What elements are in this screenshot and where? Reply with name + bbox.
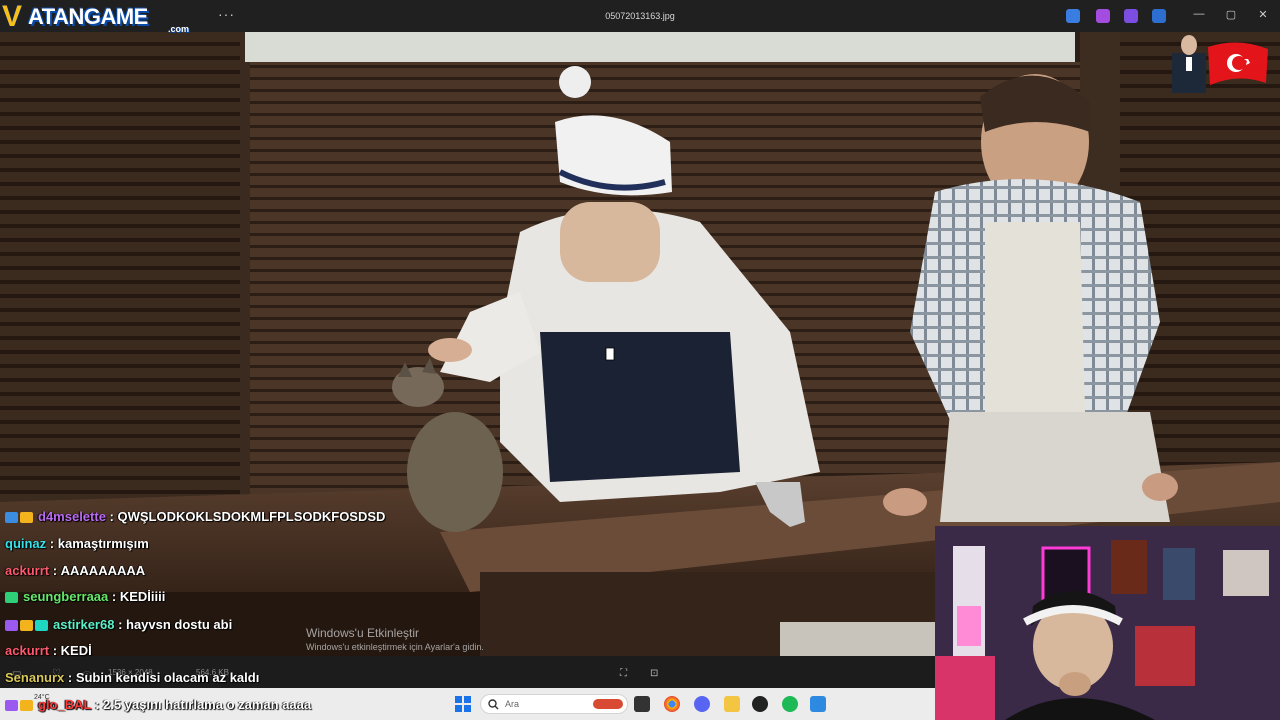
discord-icon[interactable] <box>694 696 710 712</box>
badge-icon <box>5 700 18 712</box>
maximize-button[interactable]: ▢ <box>1224 8 1238 21</box>
chat-message-text: Subin kendisi olacam az kaldı <box>75 670 260 686</box>
chat-message: astirker68 : hayvsn dostu abi <box>5 616 232 638</box>
chat-message: glo_BAL : 2.5 yaşını hatırlama o zaman a… <box>5 696 311 718</box>
chat-separator: : <box>49 563 61 579</box>
chat-username[interactable]: quinaz <box>5 536 46 551</box>
obs-icon[interactable] <box>752 696 768 712</box>
webcam-feed <box>935 526 1280 720</box>
badge-icon <box>5 592 18 604</box>
chat-message-text: KEDİiiii <box>119 589 166 605</box>
task-view-icon[interactable] <box>634 696 650 712</box>
windows-activation-watermark: Windows'u Etkinleştir Windows'u etkinleş… <box>306 626 484 652</box>
chat-badges <box>5 589 20 604</box>
activation-heading: Windows'u Etkinleştir <box>306 626 419 640</box>
search-icon <box>488 699 499 710</box>
edit-icon[interactable] <box>1066 9 1080 23</box>
chrome-icon[interactable] <box>664 696 680 712</box>
chat-username[interactable]: glo_BAL <box>38 697 91 712</box>
logo-word: ATANGAME <box>28 4 148 29</box>
chat-message-text: QWŞLODKOKLSDOKMLFPLSODKFOSDSD <box>117 509 386 525</box>
chat-separator: : <box>49 643 61 659</box>
chat-username[interactable]: ackurrt <box>5 563 49 578</box>
logo-domain: .com <box>168 24 190 34</box>
onedrive-icon[interactable] <box>1152 9 1166 23</box>
minimize-button[interactable]: — <box>1192 8 1206 20</box>
chat-username[interactable]: ackurrt <box>5 643 49 658</box>
search-highlight-icon <box>593 699 623 709</box>
flag-emblem <box>1162 33 1270 93</box>
chat-separator: : <box>105 509 118 525</box>
designer-icon[interactable] <box>1124 9 1138 23</box>
chat-message-text: AAAAAAAAA <box>60 563 146 579</box>
chat-username[interactable]: Senanurx <box>5 670 64 685</box>
activation-subtext: Windows'u etkinleştirmek için Ayarlar'a … <box>306 642 484 652</box>
chat-badges <box>5 617 50 632</box>
chat-message: ackurrt : KEDİ <box>5 642 92 664</box>
logo-v: V <box>2 0 23 33</box>
chat-message: d4mselette : QWŞLODKOKLSDOKMLFPLSODKFOSD… <box>5 508 385 530</box>
clipchamp-icon[interactable] <box>1096 9 1110 23</box>
chat-message-text: 2.5 yaşını hatırlama o zaman aaaa <box>103 697 312 713</box>
chat-username[interactable]: seungberraaa <box>23 589 108 604</box>
vatangame-logo: V ATANGAME .com <box>2 0 198 34</box>
chat-badges <box>5 509 35 524</box>
badge-icon <box>20 700 33 712</box>
fit-icon[interactable]: ⛶ <box>620 668 627 679</box>
chat-message: Senanurx : Subin kendisi olacam az kaldı <box>5 669 259 691</box>
chat-message: ackurrt : AAAAAAAAA <box>5 562 145 584</box>
turkish-flag-icon <box>1172 35 1268 93</box>
stream-screen: ··· 05072013163.jpg — ▢ ✕ V ATANGAME .co… <box>0 0 1280 720</box>
taskbar-search-box[interactable]: Ara <box>480 694 628 714</box>
photos-icon[interactable] <box>810 696 826 712</box>
chat-message-text: KEDİ <box>60 643 92 659</box>
chat-username[interactable]: d4mselette <box>38 509 106 524</box>
fullscreen-icon[interactable]: ⊡ <box>650 668 658 679</box>
webcam-image <box>935 526 1280 720</box>
chat-separator: : <box>64 670 76 686</box>
chat-message-text: hayvsn dostu abi <box>126 617 233 633</box>
badge-icon <box>5 512 18 524</box>
chat-message: quinaz : kamaştırmışım <box>5 535 149 557</box>
badge-icon <box>35 620 48 632</box>
badge-icon <box>20 620 33 632</box>
close-button[interactable]: ✕ <box>1256 8 1270 21</box>
chat-username[interactable]: astirker68 <box>53 617 114 632</box>
chat-badges <box>5 697 35 712</box>
badge-icon <box>20 512 33 524</box>
chat-separator: : <box>46 536 58 552</box>
chat-separator: : <box>108 589 120 605</box>
chat-message: seungberraaa : KEDİiiii <box>5 588 165 610</box>
file-explorer-icon[interactable] <box>724 696 740 712</box>
badge-icon <box>5 620 18 632</box>
chat-separator: : <box>91 697 104 713</box>
chat-separator: : <box>114 617 127 633</box>
windows-start-icon[interactable] <box>455 696 471 712</box>
search-placeholder: Ara <box>505 699 520 709</box>
chat-message-text: kamaştırmışım <box>57 536 149 552</box>
spotify-icon[interactable] <box>782 696 798 712</box>
